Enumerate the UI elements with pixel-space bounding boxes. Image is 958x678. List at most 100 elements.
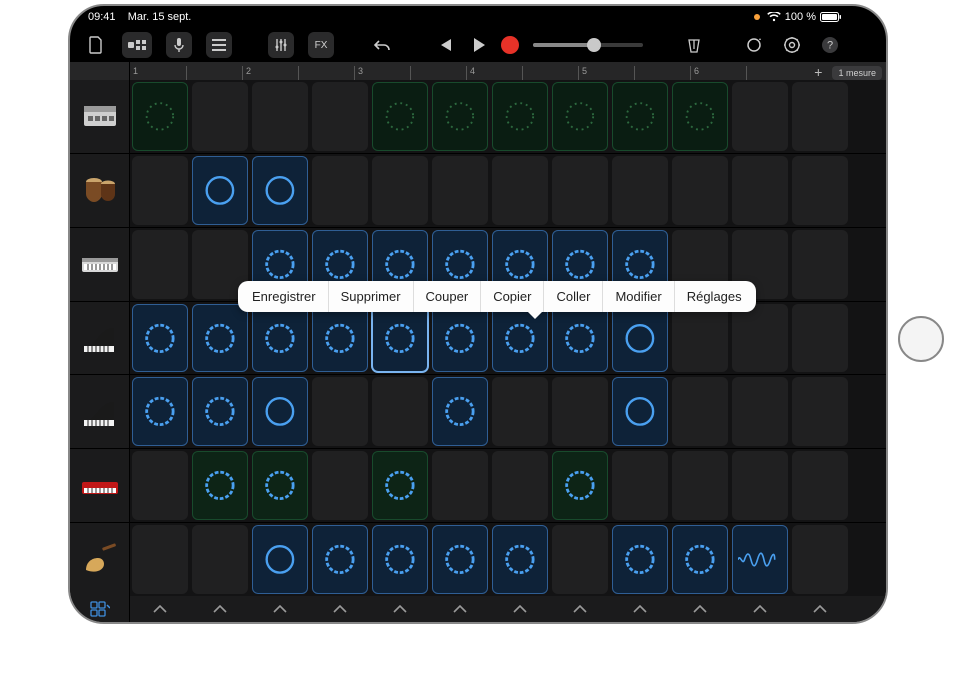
empty-cell[interactable]	[732, 156, 788, 225]
empty-cell[interactable]	[132, 230, 188, 299]
loop-cell[interactable]	[612, 304, 668, 373]
column-trigger[interactable]	[432, 598, 488, 620]
track-list-button[interactable]	[206, 32, 232, 58]
column-trigger[interactable]	[492, 598, 548, 620]
track-header-synth[interactable]	[70, 228, 129, 302]
loop-cell[interactable]	[552, 451, 608, 520]
loop-cell[interactable]	[132, 377, 188, 446]
loop-cell[interactable]	[192, 156, 248, 225]
loop-cell[interactable]	[372, 525, 428, 594]
empty-cell[interactable]	[252, 82, 308, 151]
empty-cell[interactable]	[492, 156, 548, 225]
record-button[interactable]	[501, 36, 519, 54]
loop-cell[interactable]	[432, 377, 488, 446]
empty-cell[interactable]	[312, 156, 368, 225]
empty-cell[interactable]	[792, 230, 848, 299]
empty-cell[interactable]	[432, 451, 488, 520]
settings-button[interactable]	[780, 33, 804, 57]
column-trigger[interactable]	[792, 598, 848, 620]
empty-cell[interactable]	[372, 156, 428, 225]
empty-cell[interactable]	[132, 525, 188, 594]
loop-cell[interactable]	[432, 82, 488, 151]
column-trigger[interactable]	[312, 598, 368, 620]
context-menu-item[interactable]: Modifier	[603, 281, 674, 312]
empty-cell[interactable]	[672, 156, 728, 225]
empty-cell[interactable]	[432, 156, 488, 225]
loop-browser-button[interactable]	[742, 33, 766, 57]
column-trigger[interactable]	[672, 598, 728, 620]
empty-cell[interactable]	[792, 525, 848, 594]
empty-cell[interactable]	[792, 451, 848, 520]
loop-cell[interactable]	[432, 304, 488, 373]
loop-cell[interactable]	[372, 82, 428, 151]
empty-cell[interactable]	[372, 377, 428, 446]
column-trigger[interactable]	[372, 598, 428, 620]
column-trigger[interactable]	[252, 598, 308, 620]
context-menu-item[interactable]: Supprimer	[329, 281, 414, 312]
empty-cell[interactable]	[192, 525, 248, 594]
loop-cell[interactable]	[252, 156, 308, 225]
track-header-piano-1[interactable]	[70, 302, 129, 376]
fx-button[interactable]: FX	[308, 32, 334, 58]
empty-cell[interactable]	[732, 304, 788, 373]
column-trigger[interactable]	[612, 598, 668, 620]
empty-cell[interactable]	[492, 377, 548, 446]
track-header-bass[interactable]	[70, 523, 129, 596]
context-menu-item[interactable]: Couper	[414, 281, 482, 312]
loop-cell[interactable]	[612, 82, 668, 151]
empty-cell[interactable]	[672, 377, 728, 446]
column-trigger[interactable]	[552, 598, 608, 620]
loop-cell[interactable]	[492, 82, 548, 151]
empty-cell[interactable]	[312, 377, 368, 446]
loop-cell[interactable]	[252, 451, 308, 520]
undo-button[interactable]	[370, 33, 394, 57]
ruler[interactable]: 123456 + 1 mesure	[130, 62, 886, 80]
loop-cell[interactable]	[432, 525, 488, 594]
empty-cell[interactable]	[132, 451, 188, 520]
empty-cell[interactable]	[792, 304, 848, 373]
context-menu-item[interactable]: Copier	[481, 281, 544, 312]
loop-cell[interactable]	[372, 304, 428, 373]
track-header-keyboard[interactable]	[70, 449, 129, 523]
empty-cell[interactable]	[552, 377, 608, 446]
empty-cell[interactable]	[132, 156, 188, 225]
column-trigger[interactable]	[192, 598, 248, 620]
go-to-start-button[interactable]	[433, 33, 457, 57]
empty-cell[interactable]	[192, 82, 248, 151]
empty-cell[interactable]	[612, 156, 668, 225]
empty-cell[interactable]	[612, 451, 668, 520]
loop-cell[interactable]	[552, 82, 608, 151]
loop-cell[interactable]	[252, 525, 308, 594]
volume-slider[interactable]	[533, 43, 643, 47]
mic-button[interactable]	[166, 32, 192, 58]
loop-cell[interactable]	[612, 377, 668, 446]
context-menu-item[interactable]: Coller	[544, 281, 603, 312]
loop-cell[interactable]	[132, 304, 188, 373]
empty-cell[interactable]	[672, 304, 728, 373]
live-loops-mode-button[interactable]	[70, 596, 129, 622]
column-trigger[interactable]	[732, 598, 788, 620]
mixer-button[interactable]	[268, 32, 294, 58]
loop-cell[interactable]	[132, 82, 188, 151]
play-button[interactable]	[467, 33, 491, 57]
empty-cell[interactable]	[792, 377, 848, 446]
home-button[interactable]	[898, 316, 944, 362]
track-header-drum-machine[interactable]	[70, 80, 129, 154]
loop-cell[interactable]	[612, 525, 668, 594]
loop-cell[interactable]	[672, 525, 728, 594]
loop-cell[interactable]	[192, 451, 248, 520]
loop-cell[interactable]	[372, 451, 428, 520]
add-column-button[interactable]: +	[810, 64, 826, 80]
empty-cell[interactable]	[732, 82, 788, 151]
empty-cell[interactable]	[552, 525, 608, 594]
loop-cell[interactable]	[312, 304, 368, 373]
empty-cell[interactable]	[792, 82, 848, 151]
loop-cell[interactable]	[492, 525, 548, 594]
metronome-button[interactable]	[682, 33, 706, 57]
empty-cell[interactable]	[492, 451, 548, 520]
measure-menu-button[interactable]: 1 mesure	[832, 66, 882, 80]
loop-cell[interactable]	[312, 525, 368, 594]
empty-cell[interactable]	[792, 156, 848, 225]
empty-cell[interactable]	[552, 156, 608, 225]
track-header-piano-2[interactable]	[70, 375, 129, 449]
